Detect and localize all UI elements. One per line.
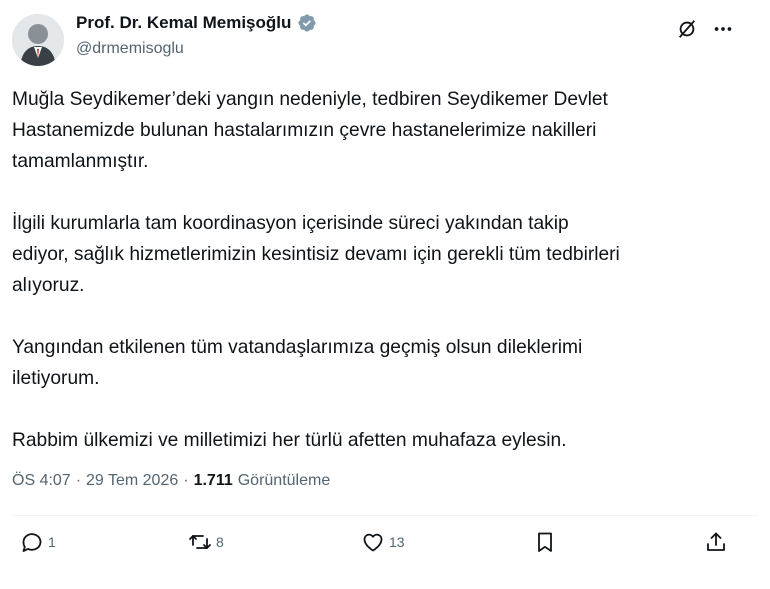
tweet-meta: ÖS 4:07 · 29 Tem 2026 · 1.711 Görüntülem… xyxy=(12,472,330,490)
meta-separator: · xyxy=(183,472,189,489)
author-display-name[interactable]: Prof. Dr. Kemal Memişoğlu xyxy=(76,13,291,33)
like-count: 13 xyxy=(389,534,405,550)
heart-icon xyxy=(363,533,383,552)
tweet-paragraph: Rabbim ülkemizi ve milletimizi her türlü… xyxy=(12,430,567,451)
divider xyxy=(12,515,758,516)
tweet-paragraph: Muğla Seydikemer’deki yangın nedeniyle, … xyxy=(12,89,608,172)
avatar[interactable] xyxy=(12,14,64,66)
reply-icon xyxy=(22,533,42,552)
action-bar: 1 8 13 xyxy=(12,530,742,564)
tweet-date[interactable]: 29 Tem 2026 xyxy=(86,472,178,490)
retweet-button[interactable]: 8 xyxy=(188,530,224,554)
tweet-paragraph: İlgili kurumlarla tam koordinasyon içeri… xyxy=(12,213,620,296)
reply-button[interactable]: 1 xyxy=(20,530,56,554)
tweet-card: Prof. Dr. Kemal Memişoğlu @drmemisoglu M… xyxy=(0,0,770,589)
more-icon[interactable] xyxy=(712,18,734,40)
bookmark-button[interactable] xyxy=(533,530,557,554)
like-button[interactable]: 13 xyxy=(361,530,405,554)
grok-icon[interactable] xyxy=(676,18,698,40)
views-label: Görüntüleme xyxy=(237,472,331,489)
verified-badge-icon xyxy=(297,13,317,33)
meta-separator: · xyxy=(75,472,82,489)
author-handle[interactable]: @drmemisoglu xyxy=(76,40,184,58)
share-button[interactable] xyxy=(704,530,728,554)
share-icon xyxy=(707,532,725,551)
avatar-photo xyxy=(12,14,64,66)
retweet-count: 8 xyxy=(216,534,224,550)
tweet-paragraph: Yangından etkilenen tüm vatandaşlarımıza… xyxy=(12,337,583,389)
top-actions xyxy=(676,18,734,40)
author-name-row: Prof. Dr. Kemal Memişoğlu xyxy=(76,13,317,33)
views-count: 1.711 xyxy=(193,472,233,489)
reply-count: 1 xyxy=(48,534,56,550)
tweet-time[interactable]: ÖS 4:07 xyxy=(12,472,71,490)
bookmark-icon xyxy=(538,532,552,552)
retweet-icon xyxy=(189,535,211,549)
tweet-text: Muğla Seydikemer’deki yangın nedeniyle, … xyxy=(12,84,752,456)
